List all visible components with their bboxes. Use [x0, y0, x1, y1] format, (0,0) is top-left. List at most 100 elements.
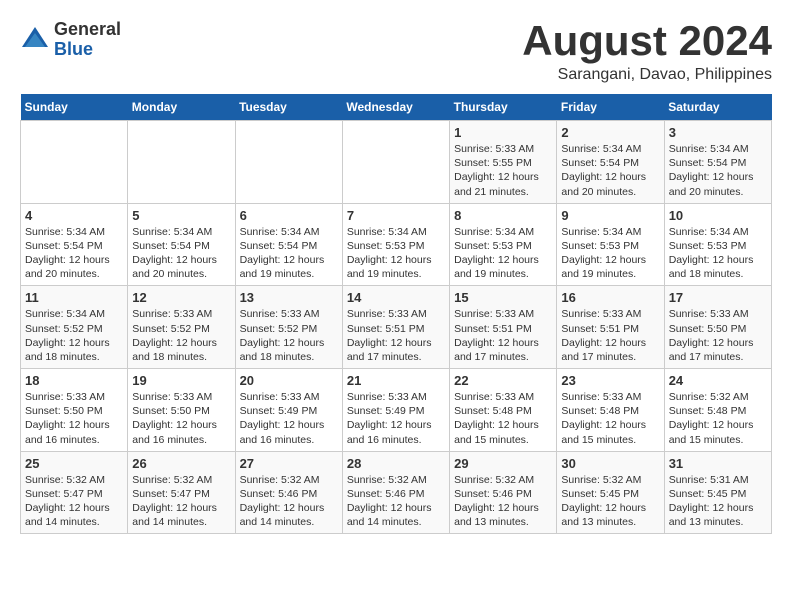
calendar-table: SundayMondayTuesdayWednesdayThursdayFrid…: [20, 94, 772, 534]
day-number: 29: [454, 456, 552, 471]
day-number: 18: [25, 373, 123, 388]
day-info: Sunrise: 5:34 AM Sunset: 5:54 PM Dayligh…: [561, 142, 659, 199]
day-number: 14: [347, 290, 445, 305]
day-cell: 6Sunrise: 5:34 AM Sunset: 5:54 PM Daylig…: [235, 203, 342, 286]
day-cell: 28Sunrise: 5:32 AM Sunset: 5:46 PM Dayli…: [342, 451, 449, 534]
logo: General Blue: [20, 20, 121, 60]
header-row: SundayMondayTuesdayWednesdayThursdayFrid…: [21, 94, 772, 121]
day-number: 10: [669, 208, 767, 223]
header-cell-monday: Monday: [128, 94, 235, 121]
week-row-1: 1Sunrise: 5:33 AM Sunset: 5:55 PM Daylig…: [21, 121, 772, 204]
day-cell: [235, 121, 342, 204]
day-info: Sunrise: 5:33 AM Sunset: 5:50 PM Dayligh…: [669, 307, 767, 364]
day-number: 3: [669, 125, 767, 140]
day-number: 19: [132, 373, 230, 388]
day-cell: 14 Sunrise: 5:33 AM Sunset: 5:51 PM Dayli…: [342, 286, 449, 369]
logo-text: General Blue: [54, 20, 121, 60]
day-cell: 7 Sunrise: 5:34 AM Sunset: 5:53 PM Daylig…: [342, 203, 449, 286]
day-info: Sunrise: 5:34 AM Sunset: 5:54 PM Dayligh…: [25, 225, 123, 282]
day-info: Sunrise: 5:33 AM Sunset: 5:49 PM Dayligh…: [240, 390, 338, 447]
day-cell: 19Sunrise: 5:33 AM Sunset: 5:50 PM Dayli…: [128, 369, 235, 452]
day-cell: 26 Sunrise: 5:32 AM Sunset: 5:47 PM Dayli…: [128, 451, 235, 534]
day-info: Sunrise: 5:33 AM Sunset: 5:51 PM Dayligh…: [347, 307, 445, 364]
day-info: Sunrise: 5:31 AM Sunset: 5:45 PM Dayligh…: [669, 473, 767, 530]
day-info: Sunrise: 5:34 AM Sunset: 5:52 PM Dayligh…: [25, 307, 123, 364]
day-info: Sunrise: 5:32 AM Sunset: 5:48 PM Dayligh…: [669, 390, 767, 447]
logo-general: General: [54, 20, 121, 40]
day-cell: 11 Sunrise: 5:34 AM Sunset: 5:52 PM Dayli…: [21, 286, 128, 369]
day-number: 1: [454, 125, 552, 140]
day-number: 20: [240, 373, 338, 388]
day-info: Sunrise: 5:33 AM Sunset: 5:48 PM Dayligh…: [561, 390, 659, 447]
day-number: 5: [132, 208, 230, 223]
day-cell: 13Sunrise: 5:33 AM Sunset: 5:52 PM Dayli…: [235, 286, 342, 369]
day-number: 27: [240, 456, 338, 471]
day-cell: 16 Sunrise: 5:33 AM Sunset: 5:51 PM Dayli…: [557, 286, 664, 369]
header-cell-tuesday: Tuesday: [235, 94, 342, 121]
day-cell: [128, 121, 235, 204]
day-cell: 23 Sunrise: 5:33 AM Sunset: 5:48 PM Dayli…: [557, 369, 664, 452]
day-cell: 5 Sunrise: 5:34 AM Sunset: 5:54 PM Daylig…: [128, 203, 235, 286]
day-info: Sunrise: 5:34 AM Sunset: 5:54 PM Dayligh…: [132, 225, 230, 282]
day-info: Sunrise: 5:33 AM Sunset: 5:52 PM Dayligh…: [240, 307, 338, 364]
day-cell: [342, 121, 449, 204]
day-number: 30: [561, 456, 659, 471]
day-info: Sunrise: 5:34 AM Sunset: 5:53 PM Dayligh…: [347, 225, 445, 282]
day-number: 11: [25, 290, 123, 305]
day-cell: 8Sunrise: 5:34 AM Sunset: 5:53 PM Daylig…: [450, 203, 557, 286]
title-block: August 2024 Sarangani, Davao, Philippine…: [522, 20, 772, 84]
day-number: 23: [561, 373, 659, 388]
week-row-3: 11 Sunrise: 5:34 AM Sunset: 5:52 PM Dayli…: [21, 286, 772, 369]
day-number: 6: [240, 208, 338, 223]
day-cell: 4 Sunrise: 5:34 AM Sunset: 5:54 PM Daylig…: [21, 203, 128, 286]
day-info: Sunrise: 5:32 AM Sunset: 5:47 PM Dayligh…: [132, 473, 230, 530]
day-number: 15: [454, 290, 552, 305]
day-number: 24: [669, 373, 767, 388]
day-info: Sunrise: 5:32 AM Sunset: 5:46 PM Dayligh…: [454, 473, 552, 530]
day-cell: 3 Sunrise: 5:34 AM Sunset: 5:54 PM Daylig…: [664, 121, 771, 204]
day-number: 2: [561, 125, 659, 140]
day-number: 8: [454, 208, 552, 223]
day-number: 22: [454, 373, 552, 388]
week-row-2: 4 Sunrise: 5:34 AM Sunset: 5:54 PM Daylig…: [21, 203, 772, 286]
day-cell: 31 Sunrise: 5:31 AM Sunset: 5:45 PM Dayli…: [664, 451, 771, 534]
day-cell: 2 Sunrise: 5:34 AM Sunset: 5:54 PM Daylig…: [557, 121, 664, 204]
day-cell: 17Sunrise: 5:33 AM Sunset: 5:50 PM Dayli…: [664, 286, 771, 369]
day-number: 21: [347, 373, 445, 388]
day-info: Sunrise: 5:33 AM Sunset: 5:49 PM Dayligh…: [347, 390, 445, 447]
day-cell: [21, 121, 128, 204]
location: Sarangani, Davao, Philippines: [522, 66, 772, 84]
day-info: Sunrise: 5:34 AM Sunset: 5:54 PM Dayligh…: [669, 142, 767, 199]
day-cell: 29 Sunrise: 5:32 AM Sunset: 5:46 PM Dayli…: [450, 451, 557, 534]
week-row-4: 18Sunrise: 5:33 AM Sunset: 5:50 PM Dayli…: [21, 369, 772, 452]
day-info: Sunrise: 5:32 AM Sunset: 5:45 PM Dayligh…: [561, 473, 659, 530]
header-cell-thursday: Thursday: [450, 94, 557, 121]
day-cell: 10Sunrise: 5:34 AM Sunset: 5:53 PM Dayli…: [664, 203, 771, 286]
day-cell: 27 Sunrise: 5:32 AM Sunset: 5:46 PM Dayli…: [235, 451, 342, 534]
header-cell-wednesday: Wednesday: [342, 94, 449, 121]
day-number: 26: [132, 456, 230, 471]
day-cell: 18Sunrise: 5:33 AM Sunset: 5:50 PM Dayli…: [21, 369, 128, 452]
header-cell-saturday: Saturday: [664, 94, 771, 121]
day-number: 9: [561, 208, 659, 223]
day-info: Sunrise: 5:33 AM Sunset: 5:52 PM Dayligh…: [132, 307, 230, 364]
month-year: August 2024: [522, 20, 772, 62]
day-number: 25: [25, 456, 123, 471]
day-number: 4: [25, 208, 123, 223]
day-cell: 12Sunrise: 5:33 AM Sunset: 5:52 PM Dayli…: [128, 286, 235, 369]
calendar-header: SundayMondayTuesdayWednesdayThursdayFrid…: [21, 94, 772, 121]
day-cell: 21 Sunrise: 5:33 AM Sunset: 5:49 PM Dayli…: [342, 369, 449, 452]
day-cell: 25Sunrise: 5:32 AM Sunset: 5:47 PM Dayli…: [21, 451, 128, 534]
day-info: Sunrise: 5:32 AM Sunset: 5:46 PM Dayligh…: [240, 473, 338, 530]
day-cell: 1Sunrise: 5:33 AM Sunset: 5:55 PM Daylig…: [450, 121, 557, 204]
day-number: 16: [561, 290, 659, 305]
day-cell: 22Sunrise: 5:33 AM Sunset: 5:48 PM Dayli…: [450, 369, 557, 452]
day-info: Sunrise: 5:34 AM Sunset: 5:53 PM Dayligh…: [561, 225, 659, 282]
day-info: Sunrise: 5:33 AM Sunset: 5:51 PM Dayligh…: [561, 307, 659, 364]
day-cell: 9 Sunrise: 5:34 AM Sunset: 5:53 PM Daylig…: [557, 203, 664, 286]
day-number: 7: [347, 208, 445, 223]
day-number: 31: [669, 456, 767, 471]
day-info: Sunrise: 5:32 AM Sunset: 5:46 PM Dayligh…: [347, 473, 445, 530]
day-cell: 20 Sunrise: 5:33 AM Sunset: 5:49 PM Dayli…: [235, 369, 342, 452]
day-cell: 24 Sunrise: 5:32 AM Sunset: 5:48 PM Dayli…: [664, 369, 771, 452]
